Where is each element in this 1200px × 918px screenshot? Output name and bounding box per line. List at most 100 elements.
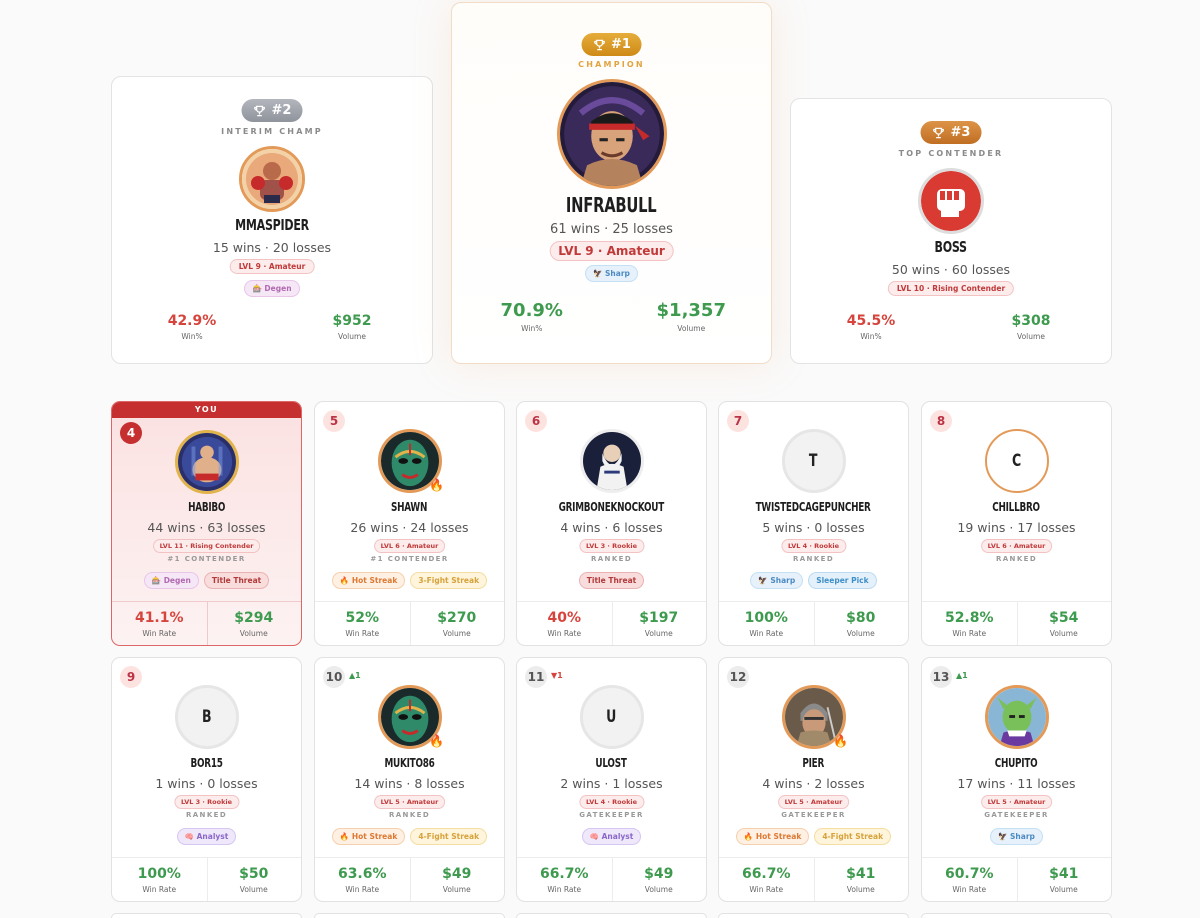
- wizard-avatar-icon[interactable]: [579, 429, 644, 493]
- level-badge: LVL 4 · Rookie: [578, 795, 645, 809]
- initial-avatar[interactable]: B: [174, 685, 239, 749]
- fighter-name[interactable]: BOR15: [112, 756, 301, 770]
- leaderboard-card-9[interactable]: 9 B BOR15 1 wins · 0 losses LVL 3 · Rook…: [111, 657, 302, 902]
- rank-number: 10: [323, 666, 345, 688]
- leaderboard-card-partial[interactable]: [516, 913, 707, 918]
- status-label: RANKED: [590, 555, 633, 563]
- fighter-name[interactable]: HABIBO: [112, 500, 301, 514]
- rank-number: 6: [525, 410, 547, 432]
- boxer-avatar-icon[interactable]: [239, 146, 305, 212]
- leaderboard-card-5[interactable]: 5 🔥 SHAWN 26 wins · 24 losses LVL 6 · Am…: [314, 401, 505, 646]
- level-badge: LVL 9 · Amateur: [549, 241, 674, 261]
- status-label: RANKED: [185, 811, 228, 819]
- fighter-record: 44 wins · 63 losses: [147, 520, 266, 535]
- volume-label: Volume: [442, 885, 471, 894]
- rank-title: TOP CONTENDER: [898, 149, 1004, 158]
- tag-hot-streak: 🔥 Hot Streak: [735, 828, 810, 845]
- volume-label: Volume: [644, 885, 673, 894]
- win-pct-label: Win%: [181, 332, 203, 341]
- tag-hot-streak: 🔥 Hot Streak: [331, 572, 406, 589]
- fighter-name[interactable]: MMASPIDER: [112, 216, 432, 234]
- volume: $50: [239, 866, 269, 882]
- tag-degen: 🎰 Degen: [244, 280, 300, 297]
- rank-number: 7: [727, 410, 749, 432]
- leaderboard-card-partial[interactable]: [921, 913, 1112, 918]
- stats-row: 45.5% Win% $308 Volume: [791, 313, 1111, 341]
- fighter-name[interactable]: ULOST: [517, 756, 706, 770]
- leaderboard-card-6[interactable]: 6 GRIMBONEKNOCKOUT 4 wins · 6 losses LVL…: [516, 401, 707, 646]
- stats-row: 52.8% Win Rate $54 Volume: [922, 610, 1111, 638]
- rank-number: #1: [611, 37, 631, 52]
- fighter-name[interactable]: BOSS: [791, 238, 1111, 256]
- trophy-icon: [254, 105, 265, 116]
- tag-list: Title Threat: [517, 572, 706, 589]
- leaderboard-card-12[interactable]: 12 🔥 PIER 4 wins · 2 losses LVL 5 · Amat…: [718, 657, 909, 902]
- initial-avatar[interactable]: T: [781, 429, 846, 493]
- volume-label: Volume: [644, 629, 673, 638]
- fighter-name[interactable]: TWISTEDCAGEPUNCHER: [719, 500, 908, 514]
- rank-down-indicator: ▼1: [551, 671, 563, 680]
- leaderboard-card-10[interactable]: 10 ▲1 🔥 MUKITO86 14 wins · 8 losses LVL …: [314, 657, 505, 902]
- fighter-name[interactable]: CHILLBRO: [922, 500, 1111, 514]
- initial-avatar[interactable]: C: [984, 429, 1049, 493]
- volume: $49: [442, 866, 472, 882]
- tag-list: 🦅 Sharp Sleeper Pick: [719, 572, 908, 589]
- podium-card-2[interactable]: #2 INTERIM CHAMP MMASPIDER 15 wins · 20 …: [111, 76, 433, 364]
- win-rate-label: Win Rate: [952, 885, 987, 894]
- win-rate: 40%: [547, 610, 581, 626]
- fighter-name[interactable]: PIER: [719, 756, 908, 770]
- leaderboard-card-8[interactable]: 8 C CHILLBRO 19 wins · 17 losses LVL 6 ·…: [921, 401, 1112, 646]
- stats-row: 63.6% Win Rate $49 Volume: [315, 866, 504, 894]
- win-rate: 66.7%: [539, 866, 589, 882]
- volume: $270: [437, 610, 477, 626]
- win-rate: 63.6%: [337, 866, 387, 882]
- leaderboard-card-partial[interactable]: [718, 913, 909, 918]
- tag-hot-streak: 🔥 Hot Streak: [331, 828, 406, 845]
- stats-row: 100% Win Rate $50 Volume: [112, 866, 301, 894]
- status-label: #1 CONTENDER: [167, 555, 246, 563]
- fighter-name[interactable]: SHAWN: [315, 500, 504, 514]
- volume-label: Volume: [677, 324, 706, 333]
- stats-row: 100% Win Rate $80 Volume: [719, 610, 908, 638]
- podium-card-1[interactable]: #1 CHAMPION INFRABULL 61 wins · 25 losse…: [451, 2, 772, 364]
- stats-row: 60.7% Win Rate $41 Volume: [922, 866, 1111, 894]
- fighter-name[interactable]: GRIMBONEKNOCKOUT: [517, 500, 706, 514]
- fighter-record: 4 wins · 6 losses: [560, 520, 663, 535]
- level-badge: LVL 10 · Rising Contender: [887, 281, 1015, 296]
- fighter-record: 5 wins · 0 losses: [762, 520, 865, 535]
- win-pct-label: Win%: [860, 332, 882, 341]
- podium-card-3[interactable]: #3 TOP CONTENDER BOSS 50 wins · 60 losse…: [790, 98, 1112, 364]
- leaderboard-card-partial[interactable]: [314, 913, 505, 918]
- fighter-name[interactable]: CHUPITO: [922, 756, 1111, 770]
- tag-fight-streak: 3-Fight Streak: [410, 572, 488, 589]
- tag-sharp: 🦅 Sharp: [990, 828, 1043, 845]
- leaderboard-card-11[interactable]: 11 ▼1 U ULOST 2 wins · 1 losses LVL 4 · …: [516, 657, 707, 902]
- fighter-record: 26 wins · 24 losses: [350, 520, 469, 535]
- leaderboard-card-7[interactable]: 7 T TWISTEDCAGEPUNCHER 5 wins · 0 losses…: [718, 401, 909, 646]
- fighter-headband-avatar-icon[interactable]: [556, 79, 667, 189]
- status-label: RANKED: [792, 555, 835, 563]
- win-rate-label: Win Rate: [952, 629, 987, 638]
- level-badge: LVL 5 · Amateur: [980, 795, 1053, 809]
- green-warrior-avatar-icon[interactable]: [984, 685, 1049, 749]
- volume-label: Volume: [1049, 885, 1078, 894]
- win-rate: 60.7%: [944, 866, 994, 882]
- rank-number: 13: [930, 666, 952, 688]
- rank-number: 5: [323, 410, 345, 432]
- fighter-name[interactable]: INFRABULL: [452, 193, 771, 217]
- win-rate-label: Win Rate: [547, 885, 582, 894]
- fighter-name[interactable]: MUKITO86: [315, 756, 504, 770]
- leaderboard-card-13[interactable]: 13 ▲1 CHUPITO 17 wins · 11 losses LVL 5 …: [921, 657, 1112, 902]
- rank-badge: #1: [581, 33, 642, 56]
- status-label: RANKED: [995, 555, 1038, 563]
- tag-list: 🔥 Hot Streak 4-Fight Streak: [719, 828, 908, 845]
- sumo-avatar-icon[interactable]: [174, 430, 239, 494]
- leaderboard-card-partial[interactable]: [111, 913, 302, 918]
- leaderboard-card-4[interactable]: YOU 4 HABIBO 44 wins · 63 losses LVL 11 …: [111, 401, 302, 646]
- rank-badge: #3: [920, 121, 982, 144]
- tag-analyst: 🧠 Analyst: [581, 828, 642, 845]
- fist-logo-avatar-icon[interactable]: [918, 168, 984, 234]
- initial-avatar[interactable]: U: [579, 685, 644, 749]
- tag-sharp: 🦅 Sharp: [585, 265, 638, 282]
- tag-degen: 🎰 Degen: [143, 572, 199, 589]
